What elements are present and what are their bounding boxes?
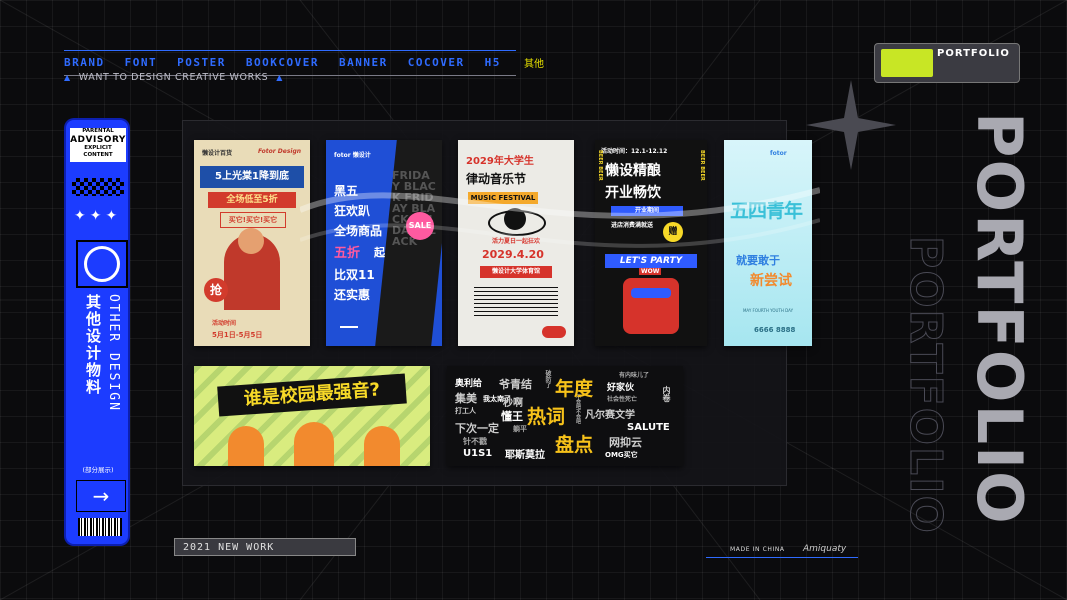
poster-stamp: 抢	[204, 278, 228, 302]
word-13: U1S1	[463, 448, 493, 459]
singer-2	[294, 422, 334, 466]
category-title-cn: 其他设计物料	[84, 294, 102, 396]
arrow-right-icon[interactable]: →	[76, 480, 126, 512]
swoosh-decoration	[300, 187, 820, 248]
nav-font[interactable]: FONT	[125, 56, 158, 69]
word-20: 破防了	[544, 370, 551, 388]
new-work-label: 2021 NEW WORK	[174, 538, 356, 556]
triangle-icon: ▲	[64, 73, 71, 82]
word-11: 下次一定	[455, 422, 499, 435]
made-in-china-label: MADE IN CHINA	[730, 546, 785, 553]
portfolio-badge: PORTFOLIO	[874, 43, 1020, 83]
banner-center-3: 盘点	[555, 434, 594, 456]
badge-graphic	[881, 49, 933, 77]
category-title-en: OTHER DESIGN	[106, 294, 121, 412]
word-10: SALUTE	[627, 422, 670, 433]
poster-sale-worker[interactable]: 懒设计百货 Fotor Design 5上光棠1降到底 全场低至5折 买它!买它…	[194, 140, 310, 346]
word-18: 社会性死亡	[607, 396, 638, 403]
advisory-top-text: PARENTAL	[82, 128, 114, 134]
word-14: 耶斯莫拉	[505, 450, 545, 461]
poster-brand: 懒设计百货	[202, 150, 233, 157]
word-2: 打工人	[455, 407, 476, 415]
worker-head	[238, 228, 264, 254]
word-6: 懂王	[501, 410, 523, 423]
signature: Amiquaty	[803, 544, 847, 554]
badge-title: PORTFOLIO	[937, 48, 1010, 59]
word-7: 好家伙	[607, 383, 635, 393]
side-title-outline: PORTFOLIO	[900, 236, 952, 536]
word-1: 集美	[455, 392, 477, 405]
nav-other[interactable]: 其他	[524, 55, 544, 70]
nav-banner[interactable]: BANNER	[339, 56, 388, 69]
parental-advisory-label: PARENTAL ADVISORY EXPLICIT CONTENT	[70, 128, 126, 162]
poster-phone: 6666 8888	[754, 326, 796, 334]
poster-footer: MAY FOURTH YOUTH DAY	[742, 308, 794, 313]
sparkle-icons: ✦✦✦	[74, 208, 122, 224]
singer-1	[228, 426, 264, 466]
word-16: OMG买它	[605, 451, 638, 459]
word-21: 躺平	[513, 425, 527, 433]
checker-pattern	[72, 178, 124, 196]
advisory-main-text: ADVISORY	[70, 134, 126, 145]
word-15: 网抑云	[609, 436, 642, 449]
tagline: ▲ WANT TO DESIGN CREATIVE WORKS ▲	[64, 72, 283, 83]
word-17: 内卷	[662, 386, 671, 402]
poster-date: 5月1日-5月5日	[212, 331, 263, 339]
banner-campus-voice[interactable]: 谁是校园最强音?	[194, 366, 430, 466]
poster-sub: 全场低至5折	[208, 192, 296, 208]
poster-headline: 5上光棠1降到底	[200, 166, 304, 188]
banner-center-1: 年度	[555, 378, 594, 400]
singer-3	[364, 426, 400, 466]
poster-dash	[340, 326, 358, 328]
word-8: 有内味儿了	[619, 372, 650, 379]
banner-center-2: 热词	[527, 406, 566, 428]
nav-h5[interactable]: H5	[485, 56, 501, 69]
side-title: PORTFOLIO	[963, 112, 1036, 526]
word-9: 凡尔赛文学	[585, 410, 635, 421]
triangle-icon: ▲	[276, 73, 284, 82]
word-12: 针不戳	[463, 437, 487, 446]
poster-fotor: Fotor Design	[258, 148, 302, 155]
poster-footer: 活动时间	[212, 320, 237, 327]
toggle-graphic	[542, 326, 566, 338]
nav-cocover[interactable]: COCOVER	[408, 56, 465, 69]
partial-display-note: (部分展示)	[82, 466, 114, 474]
nav-brand[interactable]: BRAND	[64, 56, 105, 69]
bottom-accent-line	[706, 557, 858, 558]
advisory-sub-text: EXPLICIT CONTENT	[83, 145, 113, 158]
category-title: 其他设计物料 OTHER DESIGN	[78, 294, 126, 412]
logo-ring-icon	[84, 246, 120, 282]
word-5: 秒啊	[503, 398, 523, 409]
banner-annual-words[interactable]: 奥利给 集美 打工人 爷青结 我太南了 秒啊 懂王 好家伙 有内味儿了 凡尔赛文…	[447, 366, 683, 466]
barcode-graphic	[78, 518, 122, 536]
nav-bookcover[interactable]: BOOKCOVER	[246, 56, 319, 69]
word-3: 爷青结	[499, 378, 532, 391]
poster-tag: 买它!买它!买它	[220, 212, 286, 228]
nav-poster[interactable]: POSTER	[177, 56, 226, 69]
word-0: 奥利给	[455, 379, 483, 389]
tagline-text: WANT TO DESIGN CREATIVE WORKS	[78, 72, 269, 83]
